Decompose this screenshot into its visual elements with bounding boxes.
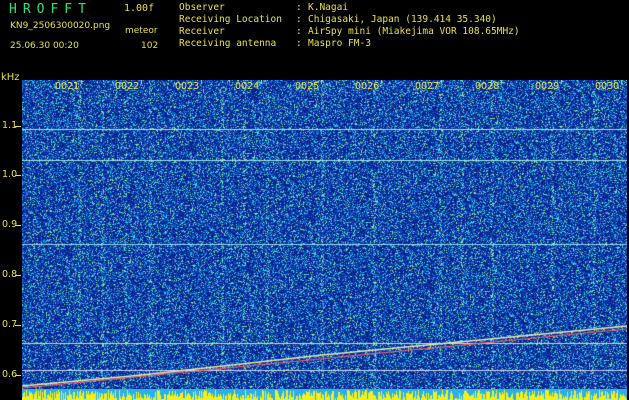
time-tick-label: 0028 <box>475 81 500 92</box>
count-label: 102 <box>141 41 159 51</box>
meta-row-observer: Observer: K.Nagai <box>179 2 520 14</box>
time-tick-label: 0026 <box>355 81 380 92</box>
time-tick-label: 0022 <box>115 81 140 92</box>
meta-sep: : <box>296 26 308 37</box>
meta-sep: : <box>296 14 308 25</box>
mode-label: meteor <box>125 26 158 36</box>
meta-row-location: Receiving Location: Chigasaki, Japan (13… <box>179 14 520 26</box>
time-tick-label: 0021 <box>55 81 80 92</box>
meta-value: Chigasaki, Japan (139.414 35.340) <box>308 14 497 25</box>
signal-level-strip <box>22 389 627 400</box>
meta-row-receiver: Receiver: AirSpy mini (Miakejima VOR 108… <box>179 26 520 38</box>
frequency-tick <box>15 126 21 127</box>
frequency-unit-label: kHz <box>1 72 20 83</box>
meta-key: Receiver <box>179 26 225 37</box>
time-tick-label: 0025 <box>295 81 320 92</box>
version-label: 1.00f <box>124 3 155 14</box>
metadata-block: Observer: K.Nagai Receiving Location: Ch… <box>179 2 520 50</box>
meta-value: K.Nagai <box>308 2 349 13</box>
header-panel: HROFFT 1.00f KN9_2506300020.png meteor 2… <box>0 0 629 72</box>
meta-row-antenna: Receiving antenna: Maspro FM-3 <box>179 38 520 50</box>
time-tick-label: 0030 <box>595 81 620 92</box>
frequency-tick <box>15 175 21 176</box>
frequency-tick <box>15 225 21 226</box>
frequency-tick <box>15 275 21 276</box>
meta-sep: : <box>296 38 308 49</box>
file-name: KN9_2506300020.png <box>10 21 111 31</box>
meta-key: Receiving Location <box>179 14 282 25</box>
meta-value: AirSpy mini (Miakejima VOR 108.65MHz) <box>308 26 520 37</box>
meta-key: Observer <box>179 2 225 13</box>
app-title: HROFFT <box>9 2 92 17</box>
time-tick-label: 0027 <box>415 81 440 92</box>
spectrogram-canvas <box>22 80 627 392</box>
time-tick-label: 0024 <box>235 81 260 92</box>
datetime-label: 25.06.30 00:20 <box>10 41 79 51</box>
meta-value: Maspro FM-3 <box>308 38 371 49</box>
meta-sep: : <box>296 2 308 13</box>
meta-key: Receiving antenna <box>179 38 277 49</box>
frequency-tick <box>15 375 21 376</box>
time-tick-label: 0029 <box>535 81 560 92</box>
frequency-tick <box>15 325 21 326</box>
time-tick-label: 0023 <box>175 81 200 92</box>
